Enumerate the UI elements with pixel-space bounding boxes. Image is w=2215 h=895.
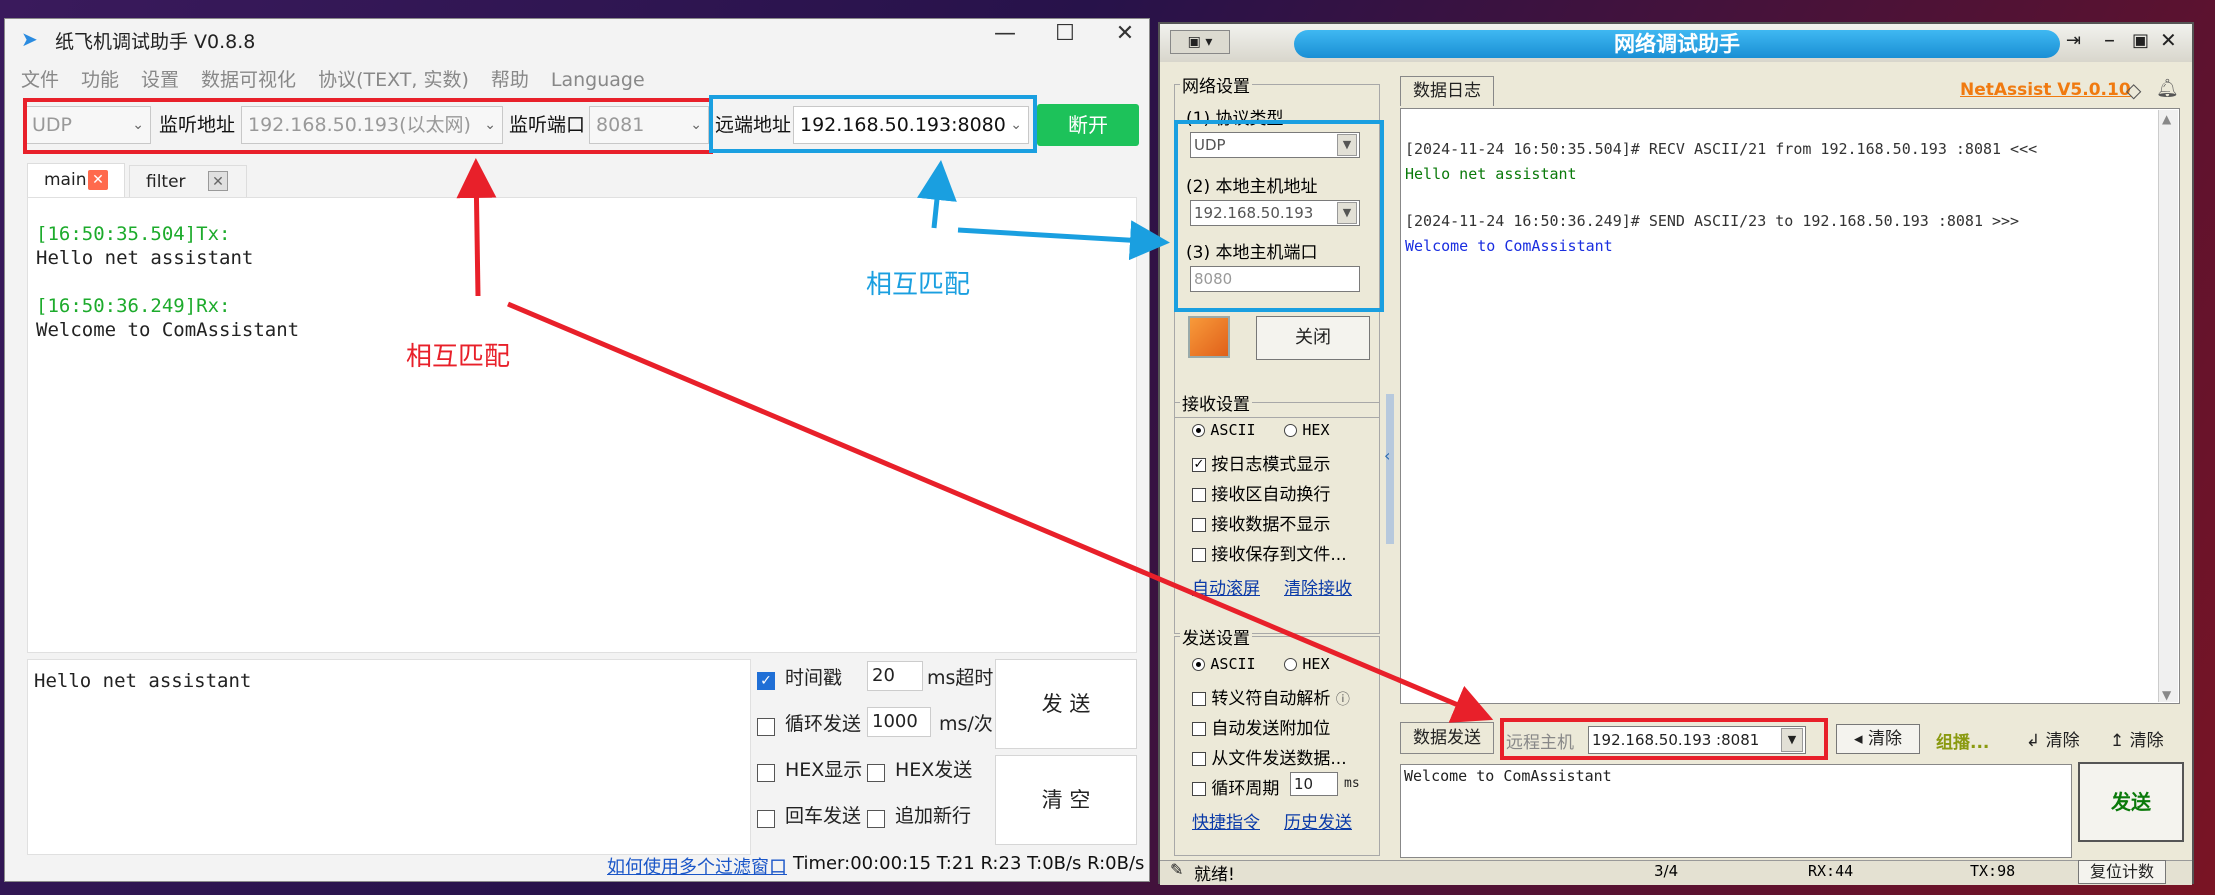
annotation-blue-text: 相互匹配: [866, 270, 971, 300]
arrow-red-diagonal: [507, 301, 1494, 723]
annotation-red-text: 相互匹配: [406, 342, 511, 372]
annotation-arrows: [456, 158, 1494, 723]
arrow-blue-right: [957, 220, 1170, 261]
arrow-red-up: [456, 158, 497, 297]
arrow-blue-up: [917, 160, 957, 229]
